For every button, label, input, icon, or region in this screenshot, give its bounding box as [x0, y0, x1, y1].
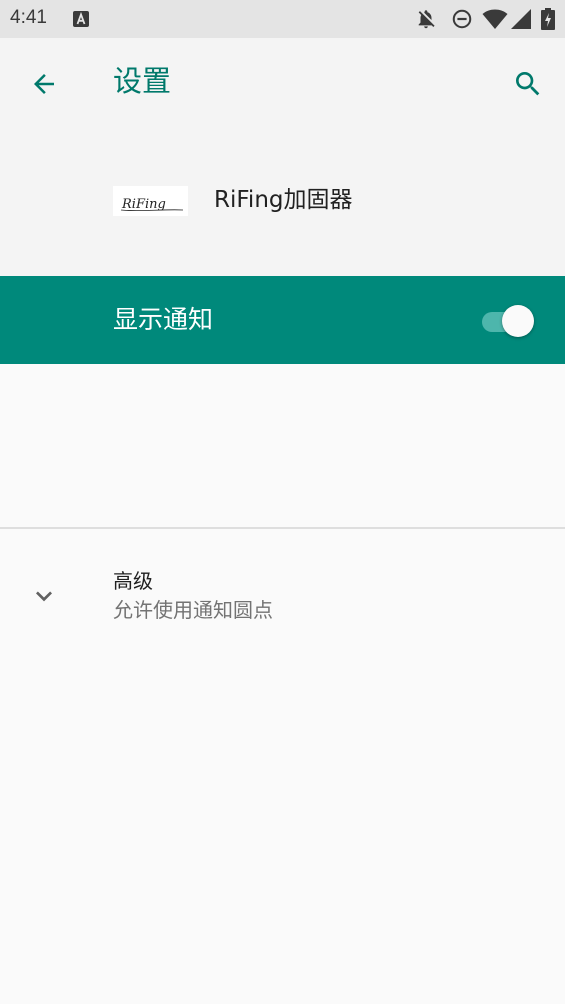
arrow-back-icon — [34, 74, 54, 94]
status-time: 4:41 — [10, 7, 47, 28]
app-logo: RiFing — [113, 186, 188, 216]
back-button[interactable] — [20, 60, 68, 108]
notifications-off-icon — [418, 10, 435, 29]
show-notifications-toggle[interactable] — [480, 304, 536, 338]
app-bar: 设置 — [0, 38, 565, 126]
battery-charging-icon — [541, 8, 555, 30]
advanced-row[interactable]: 高级 允许使用通知圆点 — [0, 530, 565, 640]
switch-thumb — [502, 305, 534, 337]
app-logo-image: RiFing — [120, 197, 184, 212]
status-bar: 4:41 — [0, 0, 565, 38]
show-notifications-switch-row[interactable]: 显示通知 — [0, 276, 565, 364]
advanced-title: 高级 — [113, 569, 153, 593]
advanced-summary: 允许使用通知圆点 — [113, 598, 273, 622]
app-a-icon — [73, 11, 89, 27]
app-header: RiFing RiFing加固器 — [0, 126, 565, 276]
app-name: RiFing加固器 — [214, 187, 353, 213]
show-notifications-label: 显示通知 — [113, 305, 214, 334]
search-button[interactable] — [504, 60, 552, 108]
divider — [0, 527, 565, 529]
cell-signal-icon — [511, 9, 531, 29]
do-not-disturb-icon — [452, 9, 472, 29]
wifi-icon — [482, 9, 508, 29]
page-title: 设置 — [113, 64, 172, 98]
chevron-down-icon — [36, 591, 52, 602]
search-icon — [516, 72, 540, 96]
